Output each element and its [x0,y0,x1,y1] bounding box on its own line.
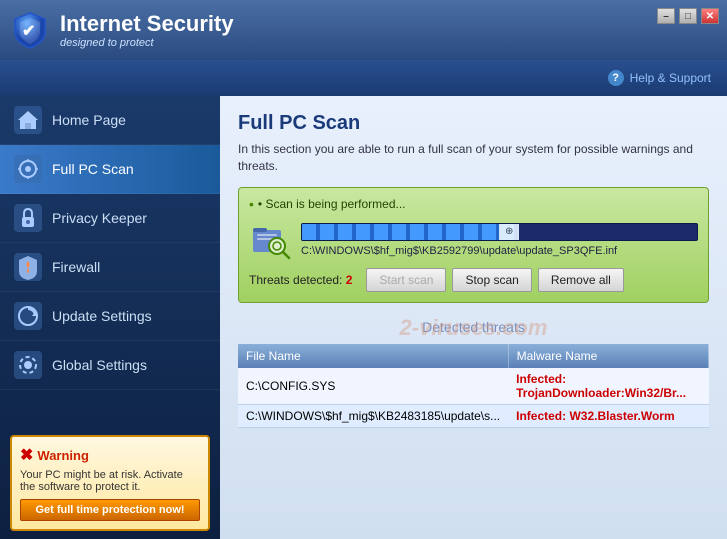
cell-malware: Infected: W32.Blaster.Worm [508,404,708,427]
stop-scan-button[interactable]: Stop scan [452,268,531,292]
sidebar-item-global[interactable]: Global Settings [0,341,220,390]
titlebar-text: Internet Security designed to protect [60,11,234,49]
progress-bar-fill: ⊕ [302,224,519,240]
sidebar-item-home[interactable]: Home Page [0,96,220,145]
scan-buttons-row: Threats detected: 2 Start scan Stop scan… [249,268,698,292]
help-label: Help & Support [630,71,711,85]
col-malware: Malware Name [508,344,708,368]
threats-count: 2 [346,273,353,287]
main-layout: Home Page Full PC Scan Privacy Keeper [0,96,727,539]
scan-status-box: • • Scan is being performed... [238,187,709,303]
threats-detected-label: Threats detected: 2 [249,273,352,287]
start-scan-button[interactable]: Start scan [366,268,446,292]
col-filename: File Name [238,344,508,368]
sidebar-item-firewall[interactable]: Firewall [0,243,220,292]
warning-title: ✖ Warning [20,445,200,465]
window-controls: – □ ✕ [657,8,719,24]
sidebar-item-fullscan[interactable]: Full PC Scan [0,145,220,194]
titlebar: ✔ Internet Security designed to protect … [0,0,727,60]
warning-icon: ✖ [20,445,33,465]
app-logo-icon: ✔ [10,10,50,50]
help-support-link[interactable]: ? Help & Support [608,70,711,86]
home-icon [14,106,42,134]
svg-text:✔: ✔ [22,23,35,40]
cell-malware: Infected: TrojanDownloader:Win32/Br... [508,368,708,405]
help-icon: ? [608,70,624,86]
scan-status-text: • • Scan is being performed... [249,196,698,212]
minimize-button[interactable]: – [657,8,675,24]
warning-box: ✖ Warning Your PC might be at risk. Acti… [10,435,210,531]
app-title: Internet Security [60,11,234,37]
watermark-text: 2-viruses.com [400,315,548,341]
progress-bar: ⊕ [301,223,698,241]
scan-info-row: ⊕ C:\WINDOWS\$hf_mig$\KB2592799\update\u… [249,218,698,262]
app-subtitle: designed to protect [60,37,234,49]
cell-filename: C:\WINDOWS\$hf_mig$\KB2483185\update\s..… [238,404,508,427]
table-header-row: File Name Malware Name [238,344,709,368]
settings-icon [14,351,42,379]
protection-button[interactable]: Get full time protection now! [20,499,200,521]
sidebar: Home Page Full PC Scan Privacy Keeper [0,96,220,539]
close-button[interactable]: ✕ [701,8,719,24]
update-icon [14,302,42,330]
sidebar-label-privacy: Privacy Keeper [52,210,147,226]
sidebar-label-fullscan: Full PC Scan [52,161,134,177]
warning-text: Your PC might be at risk. Activate the s… [20,469,200,493]
sidebar-label-global: Global Settings [52,357,147,373]
threats-table-body: C:\CONFIG.SYSInfected: TrojanDownloader:… [238,368,709,428]
progress-cursor: ⊕ [499,224,519,240]
page-description: In this section you are able to run a fu… [238,141,709,175]
scan-file-path: C:\WINDOWS\$hf_mig$\KB2592799\update\upd… [301,245,698,257]
sidebar-label-home: Home Page [52,112,126,128]
content-area: Full PC Scan In this section you are abl… [220,96,727,539]
scan-icon [14,155,42,183]
threats-table: File Name Malware Name C:\CONFIG.SYSInfe… [238,344,709,428]
sidebar-item-update[interactable]: Update Settings [0,292,220,341]
detected-threats-watermark: Detected threats 2-viruses.com [238,315,709,338]
page-title: Full PC Scan [238,112,709,135]
privacy-icon [14,204,42,232]
sidebar-label-firewall: Firewall [52,259,100,275]
scan-bullet: • [249,196,254,212]
scanning-file-icon [249,218,293,262]
table-row: C:\WINDOWS\$hf_mig$\KB2483185\update\s..… [238,404,709,427]
firewall-icon [14,253,42,281]
sidebar-label-update: Update Settings [52,308,152,324]
remove-all-button[interactable]: Remove all [538,268,624,292]
scan-progress-area: ⊕ C:\WINDOWS\$hf_mig$\KB2592799\update\u… [301,223,698,257]
table-row: C:\CONFIG.SYSInfected: TrojanDownloader:… [238,368,709,405]
maximize-button[interactable]: □ [679,8,697,24]
helpbar: ? Help & Support [0,60,727,96]
cell-filename: C:\CONFIG.SYS [238,368,508,405]
sidebar-item-privacy[interactable]: Privacy Keeper [0,194,220,243]
